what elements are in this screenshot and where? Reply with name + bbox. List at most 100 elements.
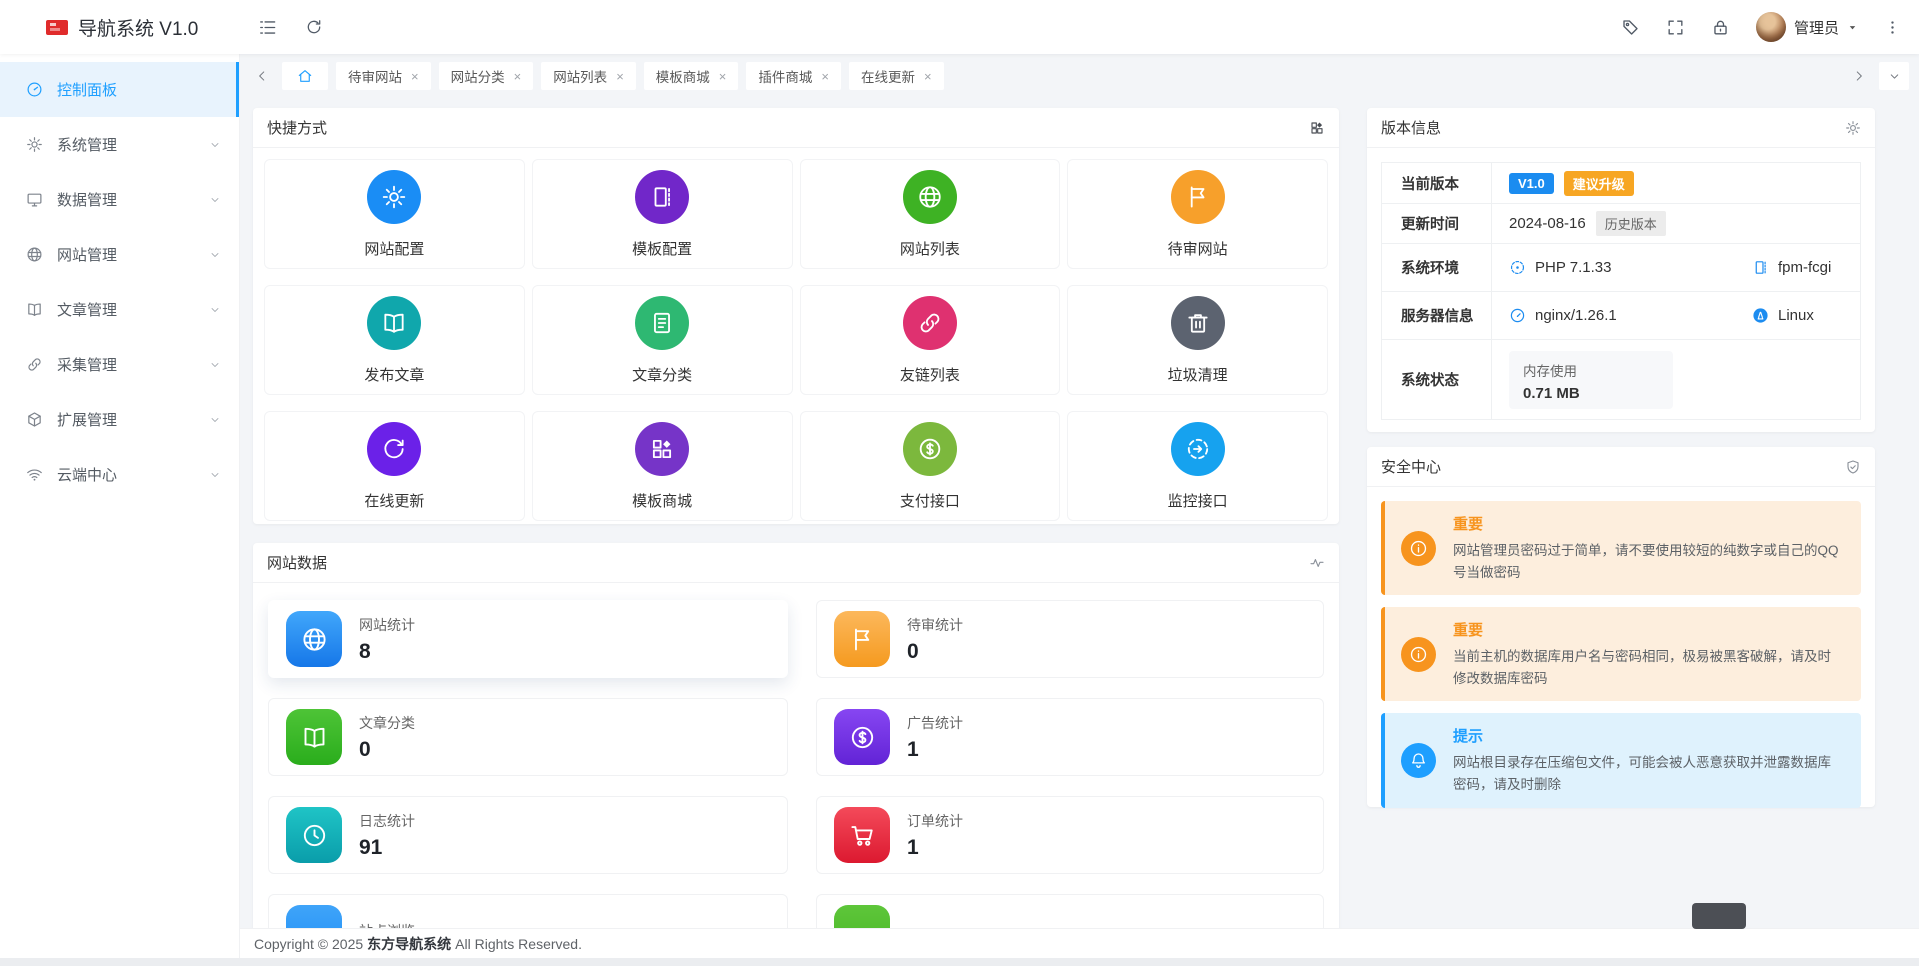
stat-card[interactable]: 文章分类 0 (268, 698, 788, 776)
menu-fold-icon[interactable] (258, 18, 277, 37)
tab[interactable]: 插件商城 × (746, 62, 841, 90)
sidebar-item-icon (26, 466, 43, 483)
sidebar-item[interactable]: 数据管理 (0, 172, 239, 227)
shortcut-label: 网站配置 (364, 238, 424, 259)
tabs-scroll-right-icon[interactable] (1847, 62, 1871, 90)
sidebar-item[interactable]: 控制面板 (0, 62, 239, 117)
info-circle-icon (1409, 645, 1428, 664)
stat-card[interactable]: 广告统计 1 (816, 698, 1324, 776)
stat-value: 8 (359, 640, 415, 664)
version-info-title: 版本信息 (1381, 117, 1441, 138)
shortcut-icon (635, 296, 689, 350)
sidebar-item-label: 采集管理 (57, 354, 117, 375)
lock-icon[interactable] (1711, 18, 1730, 37)
shortcut-tile[interactable]: 支付接口 (800, 411, 1061, 521)
sidebar-item[interactable]: 扩展管理 (0, 392, 239, 447)
sidebar-item-icon (26, 136, 43, 153)
tabbar-actions (1847, 62, 1909, 90)
tab[interactable]: 在线更新 × (849, 62, 944, 90)
version-badge[interactable]: V1.0 (1509, 173, 1554, 194)
sidebar-item[interactable]: 系统管理 (0, 117, 239, 172)
sidebar-item-icon (26, 356, 43, 373)
close-icon[interactable]: × (411, 70, 419, 83)
shortcut-tile[interactable]: 监控接口 (1067, 411, 1328, 521)
bell-icon (1409, 751, 1428, 770)
stat-icon (286, 709, 342, 765)
shortcut-tile[interactable]: 网站列表 (800, 159, 1061, 269)
shortcut-label: 友链列表 (900, 364, 960, 385)
footer: Copyright © 2025 东方导航系统 All Rights Reser… (240, 928, 1919, 958)
close-icon[interactable]: × (719, 70, 727, 83)
tab[interactable]: 待审网站 × (336, 62, 431, 90)
shortcut-tile[interactable]: 友链列表 (800, 285, 1061, 395)
version-row-env: 系统环境 PHP 7.1.33 fpm-fcgi (1382, 243, 1860, 291)
shield-check-icon[interactable] (1845, 459, 1861, 475)
chevron-down-icon (209, 469, 221, 481)
refresh-icon[interactable] (305, 18, 323, 36)
shortcut-tile[interactable]: 文章分类 (532, 285, 793, 395)
upgrade-badge[interactable]: 建议升级 (1564, 171, 1634, 196)
shortcut-tile[interactable]: 模板商城 (532, 411, 793, 521)
sidebar-item-label: 系统管理 (57, 134, 117, 155)
alert-title: 重要 (1453, 619, 1841, 640)
tabs-dropdown-icon[interactable] (1879, 62, 1909, 90)
close-icon[interactable]: × (924, 70, 932, 83)
linux-icon (1752, 307, 1769, 324)
sidebar-item-icon (26, 191, 43, 208)
alert-text: 当前主机的数据库用户名与密码相同，极易被黑客破解，请及时修改数据库密码 (1453, 646, 1841, 689)
tab-label: 模板商城 (656, 66, 710, 86)
stat-card[interactable]: 网站统计 8 (268, 600, 788, 678)
app-logo[interactable]: 导航系统 V1.0 (0, 0, 240, 54)
sidebar-item[interactable]: 网站管理 (0, 227, 239, 282)
site-data-card: 网站数据 网站统计 8 待审统计 0 (253, 543, 1339, 966)
tabs-scroll-left-icon[interactable] (250, 62, 274, 90)
horizontal-scrollbar-track[interactable] (0, 958, 1919, 966)
stat-card[interactable]: 待审统计 0 (816, 600, 1324, 678)
stat-icon (834, 807, 890, 863)
chevron-down-icon (209, 194, 221, 206)
stat-icon (834, 709, 890, 765)
close-icon[interactable]: × (821, 70, 829, 83)
history-version-badge[interactable]: 历史版本 (1596, 211, 1666, 236)
floating-widget[interactable] (1692, 903, 1746, 929)
site-data-title: 网站数据 (267, 552, 327, 573)
tab[interactable]: 网站列表 × (541, 62, 636, 90)
shortcut-tile[interactable]: 网站配置 (264, 159, 525, 269)
gear-icon[interactable] (1845, 120, 1861, 136)
stat-card[interactable]: 订单统计 1 (816, 796, 1324, 874)
tab-home[interactable] (282, 62, 328, 90)
tab[interactable]: 网站分类 × (439, 62, 534, 90)
stat-label: 文章分类 (359, 713, 415, 733)
php-icon (1509, 259, 1526, 276)
stat-value: 0 (359, 738, 415, 762)
brand-name: 东方导航系统 (367, 934, 451, 954)
sidebar-item-icon (26, 246, 43, 263)
close-icon[interactable]: × (616, 70, 624, 83)
sidebar-item[interactable]: 采集管理 (0, 337, 239, 392)
pulse-icon[interactable] (1309, 555, 1325, 571)
close-icon[interactable]: × (514, 70, 522, 83)
sidebar-item[interactable]: 云端中心 (0, 447, 239, 502)
user-menu[interactable]: 管理员 (1756, 12, 1858, 42)
php-version: PHP 7.1.33 (1535, 259, 1611, 276)
shortcut-label: 文章分类 (632, 364, 692, 385)
shortcut-tile[interactable]: 在线更新 (264, 411, 525, 521)
stat-icon (834, 611, 890, 667)
shortcut-tile[interactable]: 待审网站 (1067, 159, 1328, 269)
sidebar-item[interactable]: 文章管理 (0, 282, 239, 337)
stat-card[interactable]: 日志统计 91 (268, 796, 788, 874)
layout-grid-icon[interactable] (1309, 120, 1325, 136)
shortcut-tile[interactable]: 垃圾清理 (1067, 285, 1328, 395)
shortcut-tile[interactable]: 发布文章 (264, 285, 525, 395)
caret-down-icon (1847, 22, 1858, 33)
tag-icon[interactable] (1621, 18, 1640, 37)
shortcut-tile[interactable]: 模板配置 (532, 159, 793, 269)
shortcut-icon (903, 422, 957, 476)
shortcut-label: 模板配置 (632, 238, 692, 259)
tab[interactable]: 模板商城 × (644, 62, 739, 90)
os-name: Linux (1778, 307, 1814, 324)
alert-title: 重要 (1453, 513, 1841, 534)
more-dots-icon[interactable] (1884, 19, 1901, 36)
shortcuts-grid: 网站配置 模板配置 网站列表 待审网站 发布文章 (253, 148, 1339, 532)
fullscreen-icon[interactable] (1666, 18, 1685, 37)
